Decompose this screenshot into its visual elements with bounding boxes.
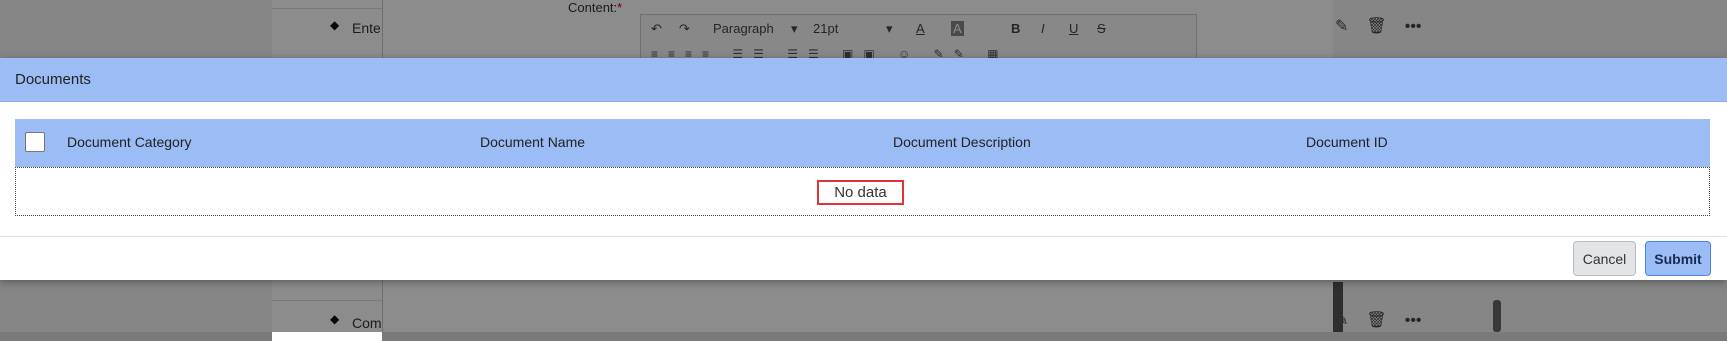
column-header-document-description[interactable]: Document Description — [893, 134, 1031, 150]
submit-button[interactable]: Submit — [1645, 241, 1711, 276]
column-header-document-id[interactable]: Document ID — [1306, 134, 1388, 150]
cancel-button[interactable]: Cancel — [1573, 241, 1636, 276]
table-header: Document Category Document Name Document… — [15, 119, 1710, 167]
no-data-message: No data — [817, 180, 904, 205]
dialog-header: Documents — [0, 58, 1727, 102]
dialog-title: Documents — [15, 71, 91, 88]
column-header-document-name[interactable]: Document Name — [480, 134, 585, 150]
footer-divider — [0, 236, 1727, 237]
column-header-document-category[interactable]: Document Category — [67, 134, 192, 150]
table-body: No data — [15, 167, 1710, 216]
documents-table: Document Category Document Name Document… — [15, 119, 1710, 216]
documents-dialog: Documents Document Category Document Nam… — [0, 58, 1727, 280]
select-all-checkbox[interactable] — [25, 132, 45, 152]
